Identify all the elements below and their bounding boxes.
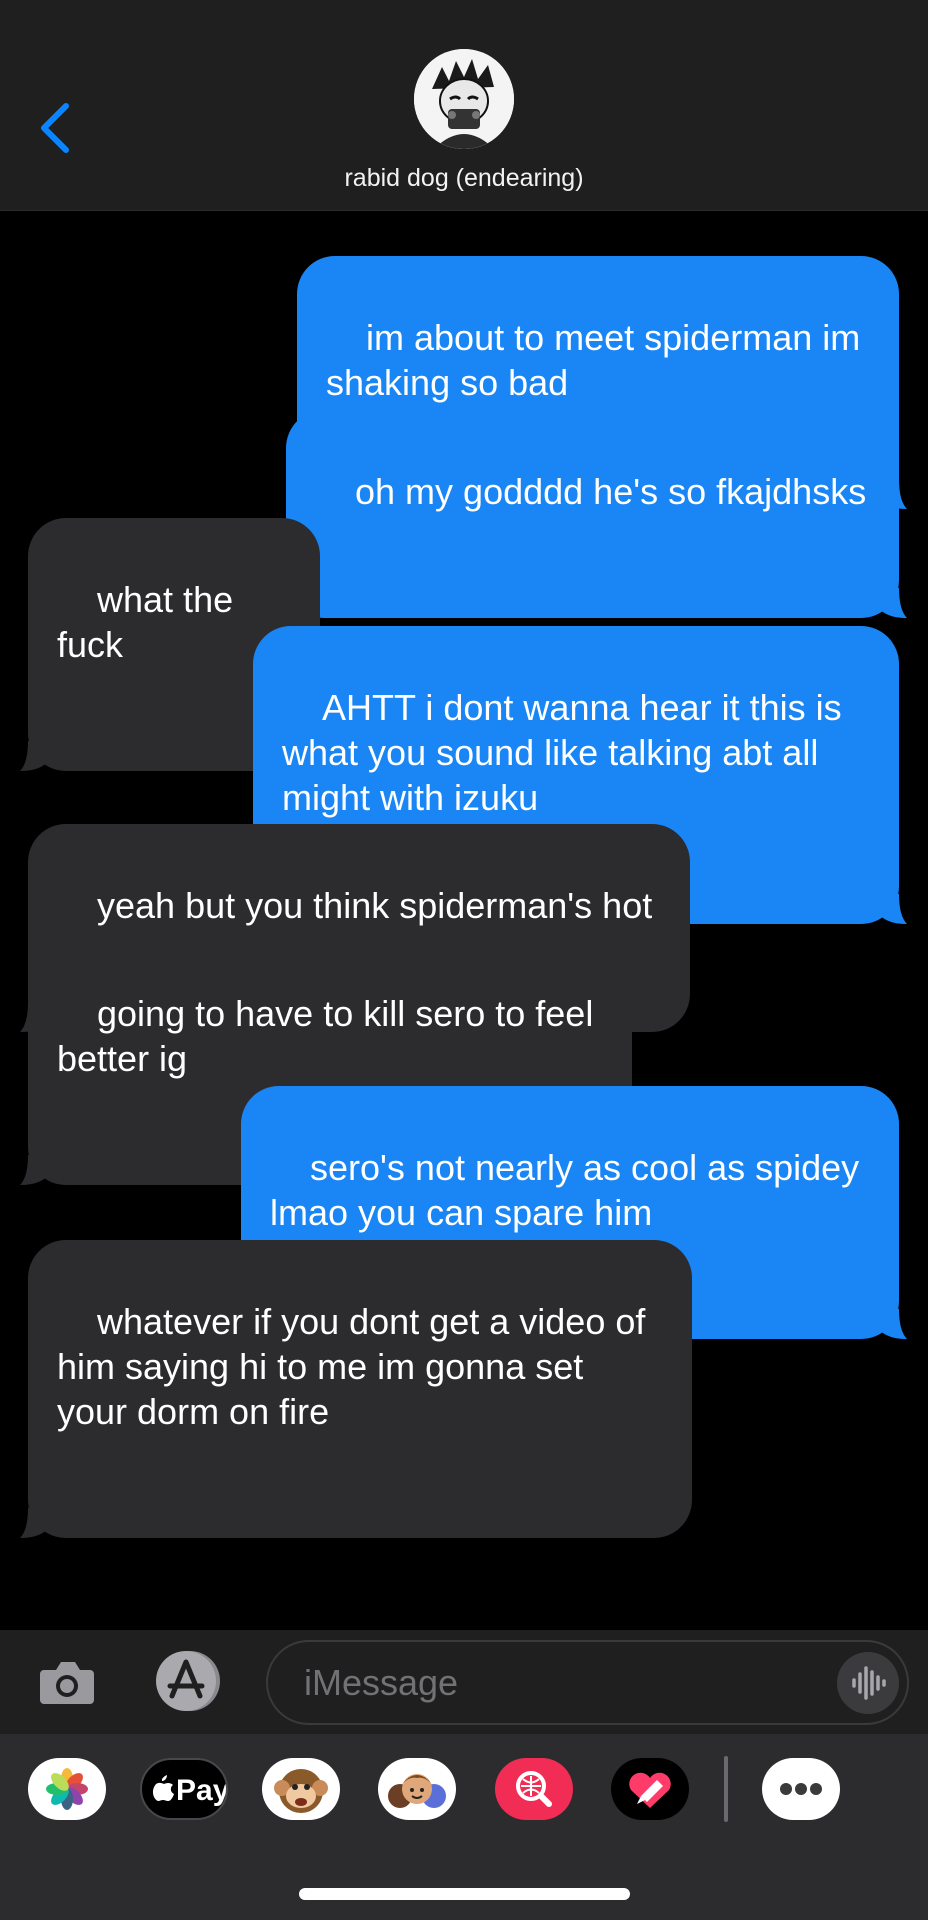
message-text: AHTT i dont wanna hear it this is what y… bbox=[282, 687, 842, 818]
bubble-tail bbox=[20, 741, 50, 771]
message-text: yeah but you think spiderman's hot bbox=[97, 885, 653, 926]
apple-pay-label: Pay bbox=[176, 1774, 226, 1807]
message-text: im about to meet spiderman im shaking so… bbox=[326, 317, 861, 403]
bubble-tail bbox=[20, 1508, 50, 1538]
message-text: going to have to kill sero to feel bette… bbox=[57, 993, 594, 1079]
images-search-icon[interactable] bbox=[495, 1758, 573, 1820]
photos-icon[interactable] bbox=[28, 1758, 106, 1820]
sent-message[interactable]: oh my godddd he's so fkajdhsks bbox=[286, 410, 907, 618]
animoji-icon[interactable] bbox=[262, 1758, 340, 1820]
camera-icon[interactable] bbox=[38, 1654, 96, 1710]
message-input[interactable] bbox=[304, 1642, 824, 1723]
message-text: what the fuck bbox=[57, 579, 244, 665]
received-message[interactable]: whatever if you dont get a video of him … bbox=[20, 1240, 692, 1538]
audio-waveform-icon[interactable] bbox=[837, 1652, 899, 1714]
imessage-field[interactable] bbox=[266, 1640, 909, 1725]
memoji-stickers-icon[interactable] bbox=[378, 1758, 456, 1820]
bubble-tail bbox=[20, 1155, 50, 1185]
more-apps-icon[interactable] bbox=[762, 1758, 840, 1820]
compose-bar bbox=[0, 1630, 928, 1734]
tray-divider bbox=[724, 1756, 728, 1822]
bubble-tail bbox=[877, 1309, 907, 1339]
digital-touch-icon[interactable] bbox=[611, 1758, 689, 1820]
contact-avatar[interactable] bbox=[414, 49, 514, 149]
back-chevron-icon[interactable] bbox=[36, 100, 76, 156]
app-store-icon[interactable] bbox=[150, 1650, 226, 1712]
bubble-tail bbox=[877, 894, 907, 924]
message-text: oh my godddd he's so fkajdhsks bbox=[355, 471, 867, 512]
message-text: sero's not nearly as cool as spidey lmao… bbox=[270, 1147, 860, 1233]
bubble-tail bbox=[877, 588, 907, 618]
conversation-header: rabid dog (endearing) bbox=[0, 0, 928, 211]
message-text: whatever if you dont get a video of him … bbox=[57, 1301, 646, 1432]
apple-pay-icon[interactable]: Pay bbox=[140, 1758, 228, 1820]
home-indicator[interactable] bbox=[299, 1888, 630, 1900]
contact-name[interactable]: rabid dog (endearing) bbox=[0, 164, 928, 193]
